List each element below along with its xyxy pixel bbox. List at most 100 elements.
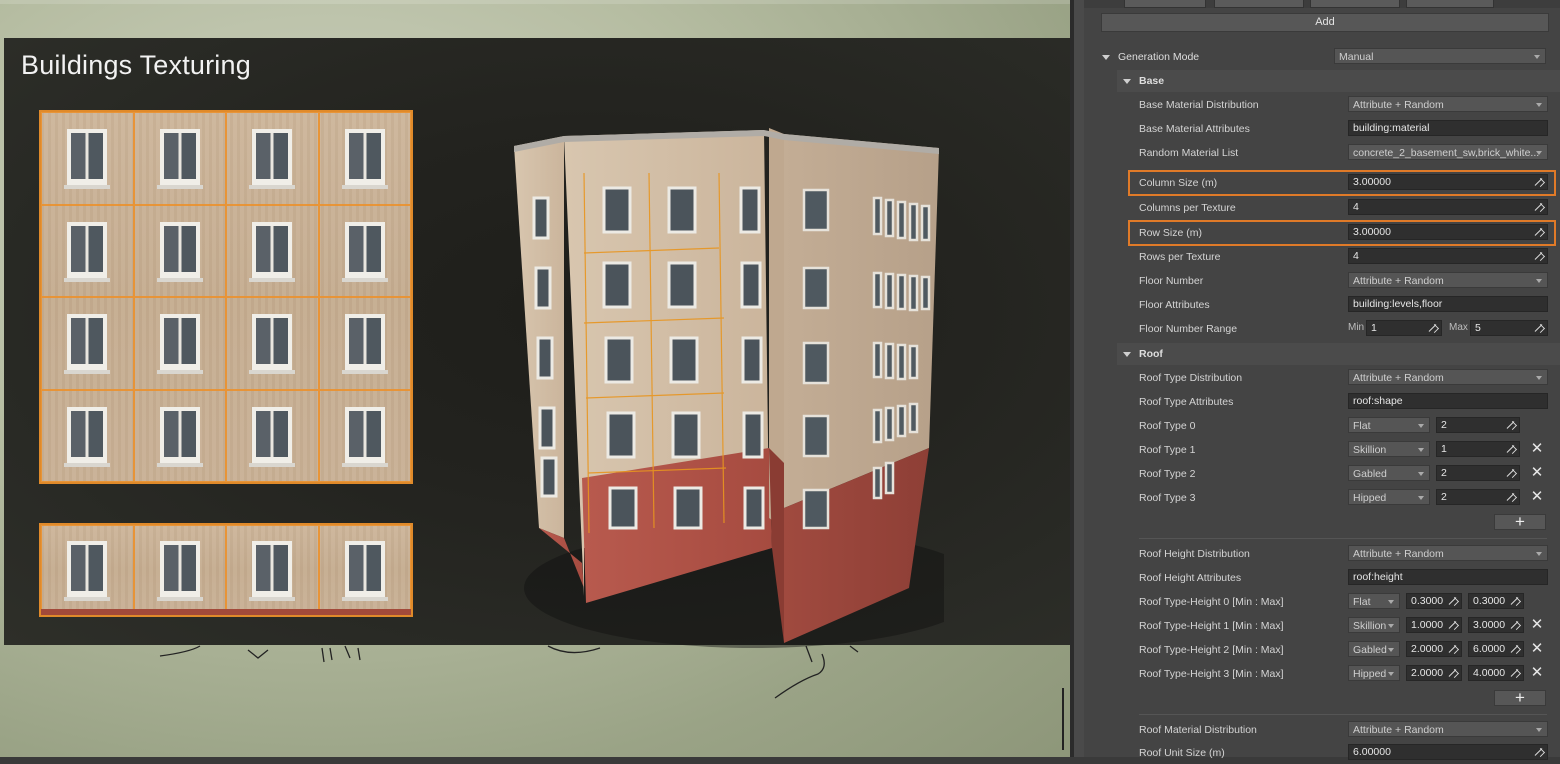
base-material-attributes-row: Base Material Attributes building:materi… — [1084, 118, 1560, 140]
remove-roof-type-icon[interactable]: ✕ — [1530, 489, 1544, 505]
remove-roof-type-icon[interactable]: ✕ — [1530, 441, 1544, 457]
roof-type-dropdown[interactable]: Hipped — [1348, 489, 1430, 505]
add-roof-type-button[interactable]: + — [1494, 513, 1546, 530]
window-icon — [64, 314, 111, 375]
roof-type-weight-spinner[interactable]: 2 — [1436, 489, 1520, 505]
texture-cell — [133, 525, 226, 615]
row-size-row: Row Size (m) 3.00000 — [1084, 222, 1560, 244]
roof-type-weight-spinner[interactable]: 2 — [1436, 417, 1520, 433]
top-field[interactable] — [1406, 0, 1494, 8]
roof-material-distribution-dropdown[interactable]: Attribute + Random — [1348, 721, 1548, 737]
roof-height-type-dropdown[interactable]: Hipped — [1348, 665, 1400, 681]
roof-height-min-spinner[interactable]: 1.0000 — [1406, 617, 1462, 633]
remove-roof-height-icon[interactable]: ✕ — [1530, 641, 1544, 657]
roof-unit-size-label: Roof Unit Size (m) — [1139, 747, 1225, 759]
viewport-scroll-marker — [1056, 688, 1064, 750]
collapse-arrow-icon[interactable] — [1102, 55, 1110, 60]
window-icon — [341, 129, 388, 190]
floor-number-row: Floor Number Attribute + Random — [1084, 270, 1560, 292]
texture-cell — [41, 389, 134, 482]
roof-height-min-spinner[interactable]: 2.0000 — [1406, 665, 1462, 681]
roof-height-type-dropdown[interactable]: Skillion — [1348, 617, 1400, 633]
roof-unit-size-spinner[interactable]: 6.00000 — [1348, 744, 1548, 760]
roof-type-dropdown[interactable]: Gabled — [1348, 465, 1430, 481]
generation-mode-row: Generation Mode Manual — [1084, 46, 1560, 68]
window-icon — [249, 129, 296, 190]
roof-height-distribution-row: Roof Height Distribution Attribute + Ran… — [1084, 543, 1560, 565]
base-material-attributes-field[interactable]: building:material — [1348, 120, 1548, 136]
collapse-arrow-icon[interactable] — [1123, 352, 1131, 357]
random-material-list-dropdown[interactable]: concrete_2_basement_sw,brick_white... — [1348, 144, 1548, 160]
viewport[interactable]: Buildings Texturing — [0, 0, 1082, 757]
top-field[interactable] — [1124, 0, 1206, 8]
roof-height-max-spinner[interactable]: 0.3000 — [1468, 593, 1524, 609]
collapse-arrow-icon[interactable] — [1123, 79, 1131, 84]
roof-type-weight-spinner[interactable]: 1 — [1436, 441, 1520, 457]
texture-cell — [318, 112, 411, 205]
roof-height-row: Roof Type-Height 2 [Min : Max] Gabled 2.… — [1084, 639, 1560, 661]
floor-attributes-field[interactable]: building:levels,floor — [1348, 296, 1548, 312]
window-icon — [341, 541, 388, 601]
texture-cell — [133, 204, 226, 297]
roof-type-dropdown[interactable]: Flat — [1348, 417, 1430, 433]
roof-height-row: Roof Type-Height 3 [Min : Max] Hipped 2.… — [1084, 663, 1560, 685]
window-icon — [64, 541, 111, 601]
texturing-overlay: Buildings Texturing — [4, 38, 1080, 648]
columns-per-texture-row: Columns per Texture 4 — [1084, 197, 1560, 219]
roof-section-label: Roof — [1139, 348, 1163, 360]
base-section-header[interactable]: Base — [1117, 70, 1560, 92]
floor-max-spinner[interactable]: 5 — [1470, 320, 1548, 336]
texture-cell — [226, 204, 319, 297]
facade-texture-swatch — [39, 110, 413, 484]
roof-type-distribution-dropdown[interactable]: Attribute + Random — [1348, 369, 1548, 385]
texture-cell — [133, 112, 226, 205]
base-material-attributes-label: Base Material Attributes — [1139, 123, 1250, 135]
columns-per-texture-spinner[interactable]: 4 — [1348, 199, 1548, 215]
building-3d-render — [514, 128, 944, 648]
top-field[interactable] — [1310, 0, 1400, 8]
remove-roof-height-icon[interactable]: ✕ — [1530, 617, 1544, 633]
roof-material-distribution-row: Roof Material Distribution Attribute + R… — [1084, 719, 1560, 741]
add-button[interactable]: Add — [1101, 13, 1549, 32]
section-divider — [1139, 538, 1547, 539]
roof-height-distribution-dropdown[interactable]: Attribute + Random — [1348, 545, 1548, 561]
columns-per-texture-label: Columns per Texture — [1139, 202, 1236, 214]
remove-roof-height-icon[interactable]: ✕ — [1530, 665, 1544, 681]
column-size-spinner[interactable]: 3.00000 — [1348, 174, 1548, 190]
texture-cell — [41, 204, 134, 297]
roof-type-dropdown[interactable]: Skillion — [1348, 441, 1430, 457]
generation-mode-dropdown[interactable]: Manual — [1334, 48, 1546, 64]
column-size-label: Column Size (m) — [1139, 177, 1218, 189]
roof-section-header[interactable]: Roof — [1117, 343, 1560, 365]
roof-type-label: Roof Type 0 — [1139, 420, 1196, 432]
floor-number-dropdown[interactable]: Attribute + Random — [1348, 272, 1548, 288]
properties-panel: Add Generation Mode Manual Base Base Mat… — [1084, 0, 1560, 760]
floor-min-spinner[interactable]: 1 — [1366, 320, 1442, 336]
roof-height-max-spinner[interactable]: 4.0000 — [1468, 665, 1524, 681]
texture-cell — [318, 525, 411, 615]
remove-roof-type-icon[interactable]: ✕ — [1530, 465, 1544, 481]
window-icon — [249, 221, 296, 282]
window-icon — [156, 541, 203, 601]
roof-type-weight-spinner[interactable]: 2 — [1436, 465, 1520, 481]
roof-height-max-spinner[interactable]: 3.0000 — [1468, 617, 1524, 633]
roof-type-label: Roof Type 1 — [1139, 444, 1196, 456]
roof-height-type-dropdown[interactable]: Flat — [1348, 593, 1400, 609]
window-icon — [249, 406, 296, 467]
panel-top-strip — [1084, 0, 1560, 8]
roof-height-type-dropdown[interactable]: Gabled — [1348, 641, 1400, 657]
roof-type-attributes-field[interactable]: roof:shape — [1348, 393, 1548, 409]
rows-per-texture-spinner[interactable]: 4 — [1348, 248, 1548, 264]
roof-height-attributes-field[interactable]: roof:height — [1348, 569, 1548, 585]
floor-number-range-label: Floor Number Range — [1139, 323, 1238, 335]
roof-height-min-spinner[interactable]: 0.3000 — [1406, 593, 1462, 609]
add-roof-height-button[interactable]: + — [1494, 689, 1546, 706]
roof-height-attributes-row: Roof Height Attributes roof:height — [1084, 567, 1560, 589]
roof-height-max-spinner[interactable]: 6.0000 — [1468, 641, 1524, 657]
random-material-list-row: Random Material List concrete_2_basement… — [1084, 142, 1560, 164]
top-field[interactable] — [1214, 0, 1304, 8]
base-material-distribution-dropdown[interactable]: Attribute + Random — [1348, 96, 1548, 112]
roof-height-min-spinner[interactable]: 2.0000 — [1406, 641, 1462, 657]
row-size-spinner[interactable]: 3.00000 — [1348, 224, 1548, 240]
viewport-top-edge — [0, 0, 1082, 4]
